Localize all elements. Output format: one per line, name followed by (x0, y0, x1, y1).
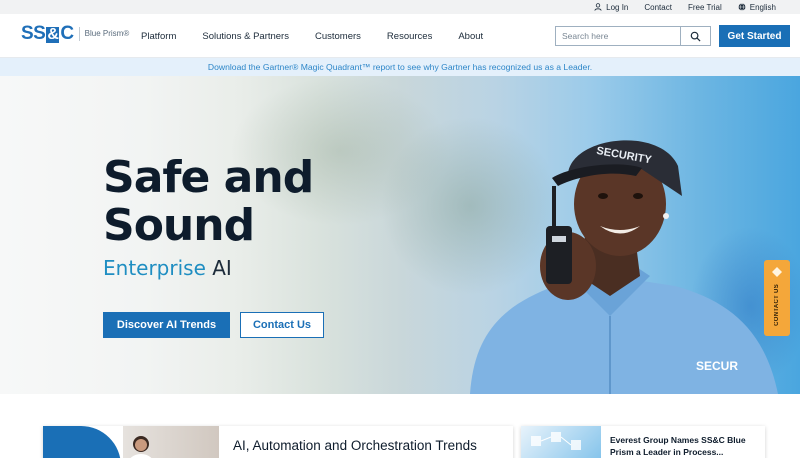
everest-group-card[interactable]: Everest Group Names SS&C Blue Prism a Le… (521, 426, 765, 458)
nav-item-about[interactable]: About (458, 31, 483, 42)
card-blue-accent (43, 426, 121, 458)
hero-title: Safe and Sound (103, 154, 363, 250)
logo-divider (78, 26, 80, 41)
announcement-text: Download the Gartner® Magic Quadrant™ re… (207, 62, 593, 72)
search-icon (690, 31, 701, 42)
card-title: Everest Group Names SS&C Blue Prism a Le… (610, 434, 760, 458)
free-trial-label: Free Trial (687, 2, 722, 12)
contact-label: Contact (644, 2, 672, 12)
login-label: Log In (606, 2, 629, 12)
discover-ai-trends-button[interactable]: Discover AI Trends (103, 312, 230, 338)
primary-nav: Platform Solutions & Partners Customers … (141, 14, 509, 58)
ai-trends-card[interactable]: AI, Automation and Orchestration Trends (43, 426, 513, 458)
guard-eye (633, 193, 643, 199)
guard-eye (598, 193, 608, 199)
hero-section: Safe and Sound Enterprise AI Discover AI… (0, 76, 800, 394)
guard-earring (663, 213, 669, 219)
nav-item-solutions-partners[interactable]: Solutions & Partners (202, 31, 289, 42)
contact-us-side-tab[interactable]: CONTACT US (764, 260, 790, 336)
chat-bubble-icon (772, 267, 782, 277)
card-title-line-2: Prism a Leader in Process... (610, 447, 724, 457)
login-link[interactable]: Log In (594, 3, 628, 12)
free-trial-link[interactable]: Free Trial (688, 3, 722, 12)
logo-mark-left: SS (21, 23, 46, 44)
walkie-talkie (546, 226, 572, 284)
walkie-talkie-antenna (552, 186, 556, 228)
ssc-blue-prism-logo[interactable]: SS & C Blue Prism® (21, 24, 129, 43)
hero-title-line-2: Sound (103, 200, 255, 251)
search-input[interactable] (556, 27, 680, 45)
user-icon (594, 3, 602, 11)
hero-subtitle-accent: Enterprise (103, 256, 206, 280)
language-label: English (749, 2, 776, 12)
guard-shirt-text: SECUR (696, 359, 738, 373)
hero-subtitle: Enterprise AI (103, 256, 232, 280)
card-photo (123, 426, 219, 458)
hero-subtitle-rest: AI (205, 256, 232, 280)
utility-bar: Log In Contact Free Trial English (0, 0, 800, 14)
person-thumbnail (130, 436, 152, 458)
nav-item-resources[interactable]: Resources (387, 31, 432, 42)
contact-us-button[interactable]: Contact Us (240, 312, 324, 338)
side-tab-label: CONTACT US (774, 284, 780, 326)
security-guard-image: SECURITY SECUR (470, 140, 778, 394)
nav-item-customers[interactable]: Customers (315, 31, 361, 42)
logo-mark-amp: & (46, 26, 60, 43)
main-header: SS & C Blue Prism® Platform Solutions & Pa… (0, 14, 800, 58)
walkie-talkie-screen (552, 236, 566, 242)
card-title-line-1: Everest Group Names SS&C Blue (610, 435, 746, 445)
globe-icon (738, 3, 746, 11)
announcement-banner[interactable]: Download the Gartner® Magic Quadrant™ re… (0, 58, 800, 76)
search-box (555, 26, 711, 46)
card-title: AI, Automation and Orchestration Trends (233, 438, 477, 453)
logo-mark-right: C (60, 23, 74, 44)
language-selector[interactable]: English (738, 3, 776, 12)
search-button[interactable] (680, 27, 710, 45)
get-started-button[interactable]: Get Started (719, 25, 790, 47)
card-thumbnail (521, 426, 601, 458)
network-graphic (531, 432, 581, 450)
hero-title-line-1: Safe and (103, 152, 314, 203)
contact-link[interactable]: Contact (644, 3, 672, 12)
logo-subtitle: Blue Prism® (84, 29, 130, 38)
logo-mark: SS & C (21, 24, 74, 43)
nav-item-platform[interactable]: Platform (141, 31, 176, 42)
